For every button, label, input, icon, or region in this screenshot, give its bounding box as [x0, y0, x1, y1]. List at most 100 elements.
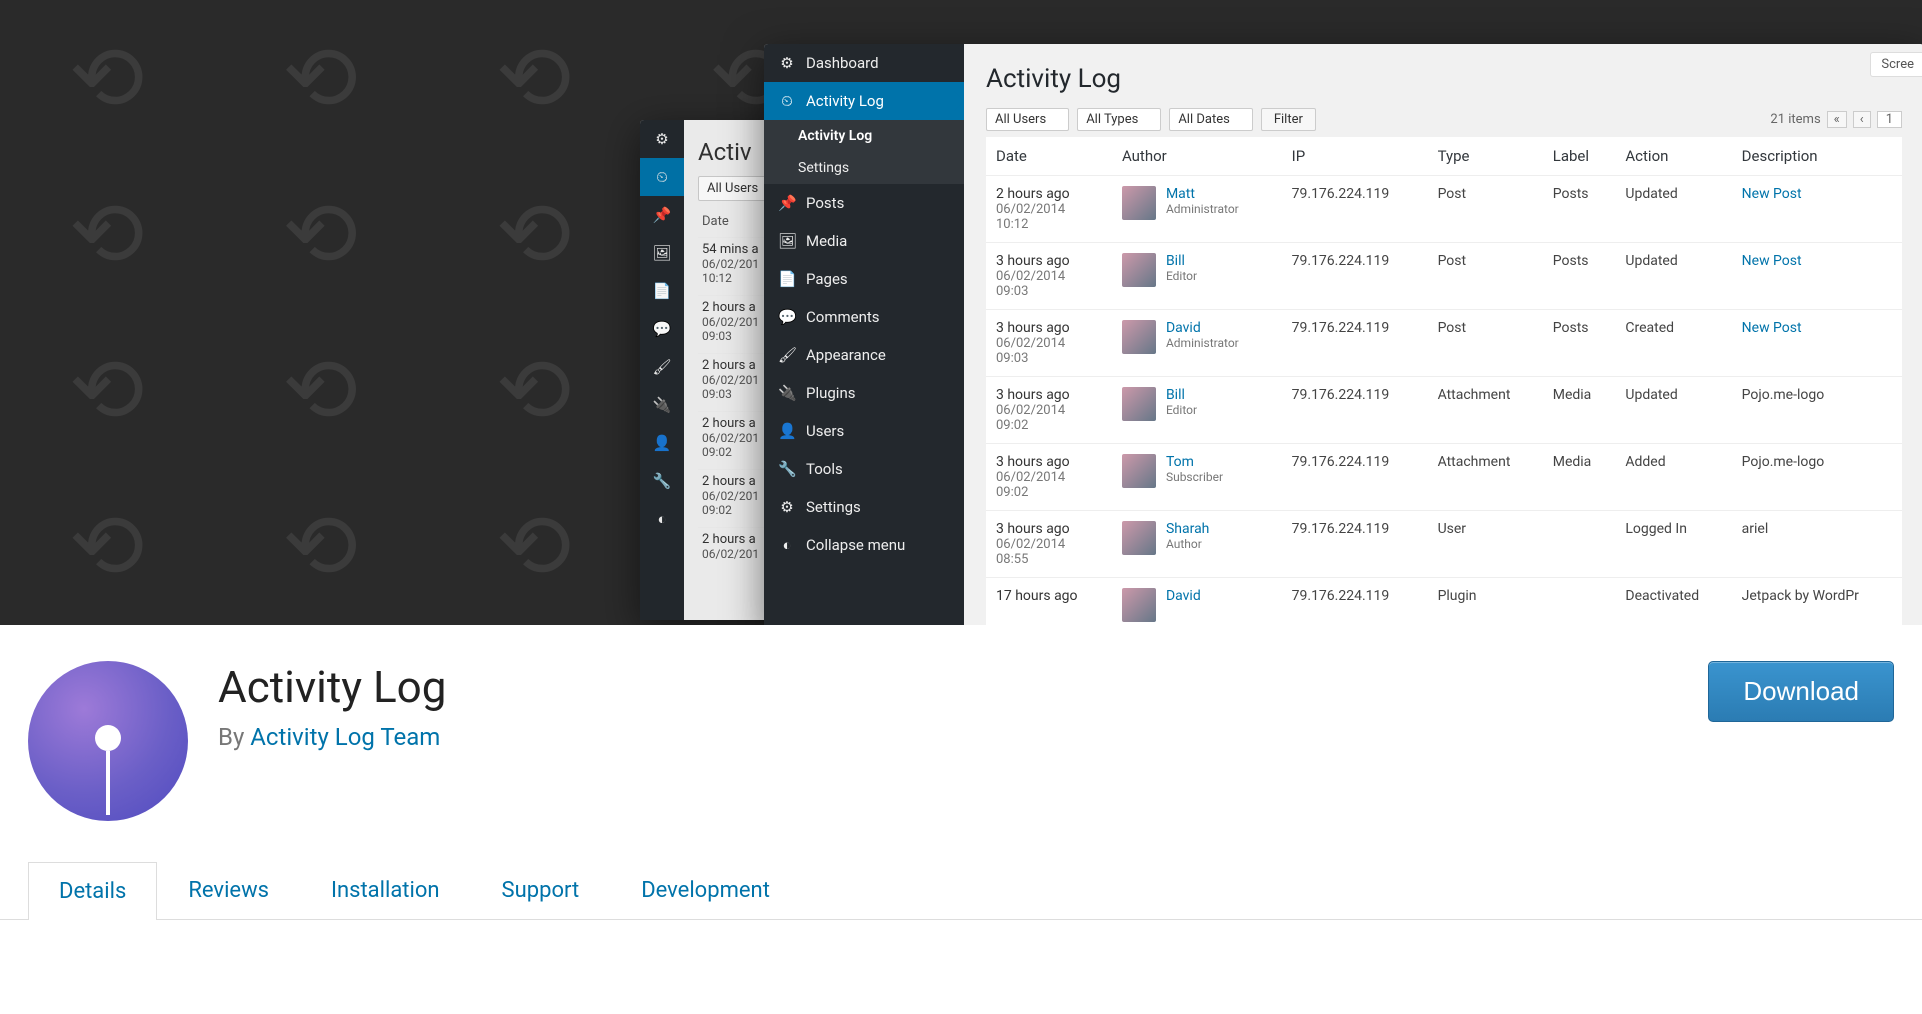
tab-installation[interactable]: Installation: [300, 861, 471, 919]
plugin-icon: [28, 661, 188, 821]
comments-icon: 💬: [640, 310, 684, 348]
sidebar-item-dashboard[interactable]: ⚙Dashboard: [764, 44, 964, 82]
col-author[interactable]: Author: [1112, 137, 1282, 176]
page-prev-button[interactable]: ‹: [1853, 111, 1871, 128]
appearance-icon: 🖌: [778, 346, 796, 364]
page-current[interactable]: 1: [1877, 111, 1902, 128]
sidebar-item-plugins[interactable]: 🔌Plugins: [764, 374, 964, 412]
author-link[interactable]: David: [1166, 588, 1201, 604]
cell-action: Added: [1615, 444, 1731, 511]
cell-type: Post: [1428, 310, 1543, 377]
page-first-button[interactable]: «: [1827, 111, 1847, 128]
sidebar-item-pages[interactable]: 📄Pages: [764, 260, 964, 298]
table-row: 3 hours ago06/02/201409:02TomSubscriber7…: [986, 444, 1902, 511]
filter-users-select[interactable]: All Users: [986, 108, 1069, 131]
sidebar-item-appearance[interactable]: 🖌Appearance: [764, 336, 964, 374]
sidebar-subitem-activity-log[interactable]: Activity Log: [764, 120, 964, 152]
cell-author: BillEditor: [1112, 377, 1282, 444]
tab-development[interactable]: Development: [610, 861, 801, 919]
author-link[interactable]: Sharah: [1166, 521, 1209, 537]
avatar: [1122, 186, 1156, 220]
author-link[interactable]: Bill: [1166, 387, 1185, 403]
screen-options-button[interactable]: Scree: [1870, 52, 1922, 77]
sidebar-item-label: Settings: [806, 498, 861, 516]
sidebar-item-posts[interactable]: 📌Posts: [764, 184, 964, 222]
activity-log-icon: ⏲: [778, 92, 796, 110]
col-type[interactable]: Type: [1428, 137, 1543, 176]
plugin-meta: Activity Log By Activity Log Team: [218, 661, 446, 751]
description-link[interactable]: New Post: [1742, 320, 1802, 336]
author-link[interactable]: David: [1166, 320, 1201, 336]
cell-action: Updated: [1615, 176, 1731, 243]
sidebar-item-users[interactable]: 👤Users: [764, 412, 964, 450]
table-row: 3 hours ago06/02/201409:03BillEditor79.1…: [986, 243, 1902, 310]
col-description[interactable]: Description: [1732, 137, 1902, 176]
cell-description: New Post: [1732, 243, 1902, 310]
cell-type: Plugin: [1428, 578, 1543, 626]
col-action[interactable]: Action: [1615, 137, 1731, 176]
description-link[interactable]: New Post: [1742, 253, 1802, 269]
activity-log-table: DateAuthorIPTypeLabelActionDescription 2…: [986, 137, 1902, 625]
admin-sidebar: ⚙Dashboard⏲Activity LogActivity LogSetti…: [764, 44, 964, 625]
cell-ip: 79.176.224.119: [1282, 310, 1428, 377]
mini-sidebar: ⚙ ⏲ 📌 🖼 📄 💬 🖌 🔌 👤 🔧 ◐: [640, 120, 684, 620]
item-count: 21 items: [1770, 112, 1820, 127]
col-label[interactable]: Label: [1543, 137, 1616, 176]
cell-date: 3 hours ago06/02/201409:03: [986, 243, 1112, 310]
plugin-author-link[interactable]: Activity Log Team: [250, 723, 440, 751]
users-icon: 👤: [640, 424, 684, 462]
tab-support[interactable]: Support: [471, 861, 611, 919]
sidebar-item-tools[interactable]: 🔧Tools: [764, 450, 964, 488]
cell-date: 3 hours ago06/02/201409:03: [986, 310, 1112, 377]
tab-details[interactable]: Details: [28, 862, 157, 920]
table-row: 17 hours agoDavid79.176.224.119PluginDea…: [986, 578, 1902, 626]
sidebar-item-label: Comments: [806, 308, 880, 326]
filter-types-select[interactable]: All Types: [1077, 108, 1161, 131]
media-icon: 🖼: [778, 232, 796, 250]
sidebar-item-label: Pages: [806, 270, 848, 288]
description-link[interactable]: New Post: [1742, 186, 1802, 202]
plugins-icon: 🔌: [778, 384, 796, 402]
filter-bar: All Users All Types All Dates Filter 21 …: [986, 108, 1902, 131]
cell-label: Media: [1543, 444, 1616, 511]
plugin-tabs: DetailsReviewsInstallationSupportDevelop…: [0, 861, 1922, 920]
media-icon: 🖼: [640, 234, 684, 272]
author-role: Administrator: [1166, 202, 1239, 216]
cell-type: User: [1428, 511, 1543, 578]
sidebar-item-settings[interactable]: ⚙Settings: [764, 488, 964, 526]
cell-description: Pojo.me-logo: [1732, 377, 1902, 444]
sidebar-item-comments[interactable]: 💬Comments: [764, 298, 964, 336]
pages-icon: 📄: [640, 272, 684, 310]
filter-button[interactable]: Filter: [1261, 108, 1316, 131]
author-role: Author: [1166, 537, 1209, 551]
cell-action: Updated: [1615, 243, 1731, 310]
cell-date: 3 hours ago06/02/201409:02: [986, 444, 1112, 511]
col-ip[interactable]: IP: [1282, 137, 1428, 176]
sidebar-subitem-settings[interactable]: Settings: [764, 152, 964, 184]
cell-description: Jetpack by WordPr: [1732, 578, 1902, 626]
avatar: [1122, 320, 1156, 354]
tab-reviews[interactable]: Reviews: [157, 861, 300, 919]
cell-ip: 79.176.224.119: [1282, 444, 1428, 511]
cell-author: DavidAdministrator: [1112, 310, 1282, 377]
cell-description: Pojo.me-logo: [1732, 444, 1902, 511]
table-row: 3 hours ago06/02/201409:03DavidAdministr…: [986, 310, 1902, 377]
download-button[interactable]: Download: [1708, 661, 1894, 722]
cell-action: Logged In: [1615, 511, 1731, 578]
plugin-byline: By Activity Log Team: [218, 723, 446, 751]
author-link[interactable]: Matt: [1166, 186, 1195, 202]
col-date[interactable]: Date: [986, 137, 1112, 176]
cell-label: [1543, 511, 1616, 578]
collapse-menu-button[interactable]: ◐Collapse menu: [764, 526, 964, 564]
sidebar-item-media[interactable]: 🖼Media: [764, 222, 964, 260]
sidebar-item-activity-log[interactable]: ⏲Activity Log: [764, 82, 964, 120]
cell-author: SharahAuthor: [1112, 511, 1282, 578]
appearance-icon: 🖌: [640, 348, 684, 386]
tools-icon: 🔧: [640, 462, 684, 500]
table-row: 3 hours ago06/02/201408:55SharahAuthor79…: [986, 511, 1902, 578]
author-link[interactable]: Bill: [1166, 253, 1185, 269]
author-link[interactable]: Tom: [1166, 454, 1194, 470]
sidebar-item-label: Users: [806, 422, 844, 440]
filter-dates-select[interactable]: All Dates: [1169, 108, 1253, 131]
avatar: [1122, 454, 1156, 488]
